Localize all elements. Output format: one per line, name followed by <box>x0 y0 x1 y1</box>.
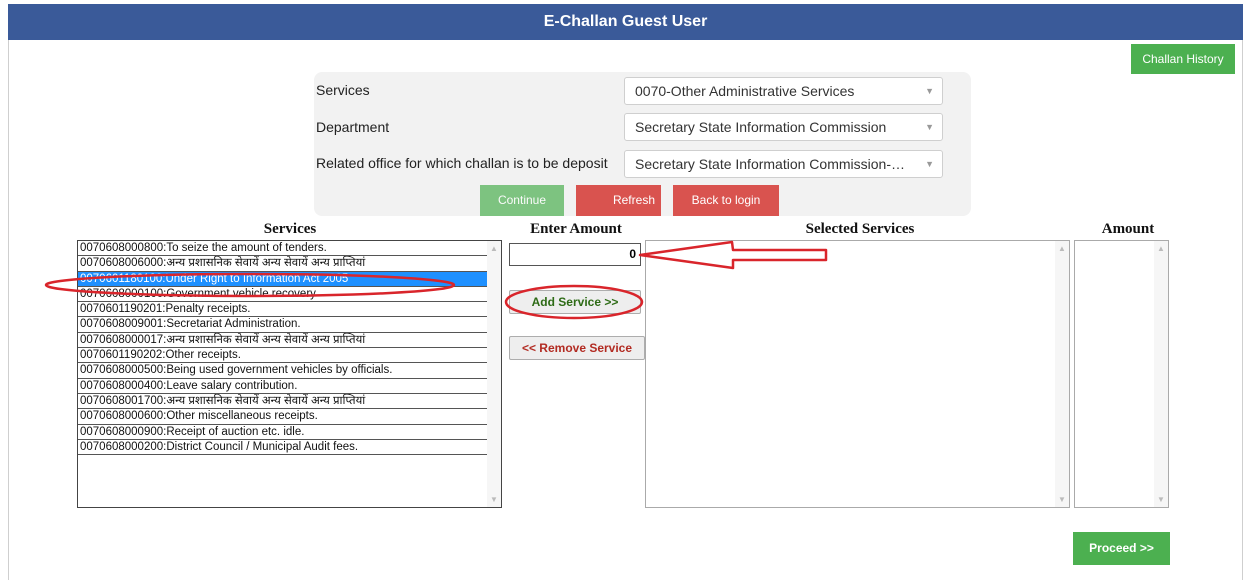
office-label: Related office for which challan is to b… <box>316 155 608 171</box>
amount-listbox[interactable]: ▲ ▼ <box>1074 240 1169 508</box>
service-list-item[interactable]: 0070601190202:Other receipts. <box>78 348 487 364</box>
chevron-down-icon: ▼ <box>925 86 934 96</box>
service-list-item[interactable]: 0070608000017:अन्य प्रशासनिक सेवायें अन्… <box>78 333 487 349</box>
enter-amount-column-header: Enter Amount <box>530 221 622 237</box>
services-column-header: Services <box>263 221 317 237</box>
service-list-item[interactable]: 0070608001700:अन्य प्रशासनिक सेवायें अन्… <box>78 394 487 410</box>
scroll-down-icon[interactable]: ▼ <box>1157 495 1165 504</box>
service-list-item[interactable]: 0070608000100:Government vehicle recover… <box>78 287 487 303</box>
service-list-item[interactable]: 0070608009001:Secretariat Administration… <box>78 317 487 333</box>
scroll-up-icon[interactable]: ▲ <box>1058 244 1066 253</box>
chevron-down-icon: ▼ <box>925 159 934 169</box>
department-select[interactable]: Secretary State Information Commission ▼ <box>624 113 943 141</box>
services-select-value: 0070-Other Administrative Services <box>635 83 855 99</box>
service-list-item[interactable]: 0070608000800:To seize the amount of ten… <box>78 241 487 257</box>
service-list-item[interactable]: 0070608000900:Receipt of auction etc. id… <box>78 425 487 440</box>
continue-button[interactable]: Continue <box>480 185 564 216</box>
department-label: Department <box>316 119 390 135</box>
add-service-button[interactable]: Add Service >> <box>509 290 641 314</box>
department-select-value: Secretary State Information Commission <box>635 119 887 135</box>
scroll-down-icon[interactable]: ▼ <box>1058 495 1066 504</box>
page-header: E-Challan Guest User <box>8 4 1243 40</box>
service-list-item[interactable]: 0070608000600:Other miscellaneous receip… <box>78 409 487 425</box>
service-list-item[interactable]: 0070608000200:District Council / Municip… <box>78 440 487 456</box>
proceed-button[interactable]: Proceed >> <box>1073 532 1170 565</box>
services-label: Services <box>316 82 370 98</box>
selected-services-listbox[interactable]: ▲ ▼ <box>645 240 1070 508</box>
scroll-up-icon[interactable]: ▲ <box>1157 244 1165 253</box>
services-select[interactable]: 0070-Other Administrative Services ▼ <box>624 77 943 105</box>
selected-services-column-header: Selected Services <box>805 221 915 237</box>
service-list-item[interactable]: 0070608000400:Leave salary contribution. <box>78 379 487 394</box>
service-list-item[interactable]: 0070601190201:Penalty receipts. <box>78 302 487 318</box>
refresh-button[interactable]: Refresh <box>576 185 661 216</box>
services-scrollbar[interactable]: ▲ ▼ <box>487 241 501 507</box>
service-list-item[interactable]: 0070601180100:Under Right to Information… <box>78 271 487 287</box>
amount-input[interactable]: 0 <box>509 243 641 266</box>
remove-service-button[interactable]: << Remove Service <box>509 336 645 360</box>
office-select[interactable]: Secretary State Information Commission-…… <box>624 150 943 178</box>
chevron-down-icon: ▼ <box>925 122 934 132</box>
office-select-value: Secretary State Information Commission-… <box>635 156 905 172</box>
scroll-up-icon[interactable]: ▲ <box>490 244 498 253</box>
services-listbox[interactable]: 0070608000800:To seize the amount of ten… <box>77 240 502 508</box>
amount-column-header: Amount <box>1101 221 1155 237</box>
service-list-item[interactable]: 0070608006000:अन्य प्रशासनिक सेवायें अन्… <box>78 256 487 272</box>
scroll-down-icon[interactable]: ▼ <box>490 495 498 504</box>
selected-services-scrollbar[interactable]: ▲ ▼ <box>1055 241 1069 507</box>
amount-scrollbar[interactable]: ▲ ▼ <box>1154 241 1168 507</box>
challan-history-button[interactable]: Challan History <box>1131 44 1235 74</box>
services-list: 0070608000800:To seize the amount of ten… <box>78 241 487 456</box>
back-to-login-button[interactable]: Back to login <box>673 185 779 216</box>
service-list-item[interactable]: 0070608000500:Being used government vehi… <box>78 363 487 379</box>
